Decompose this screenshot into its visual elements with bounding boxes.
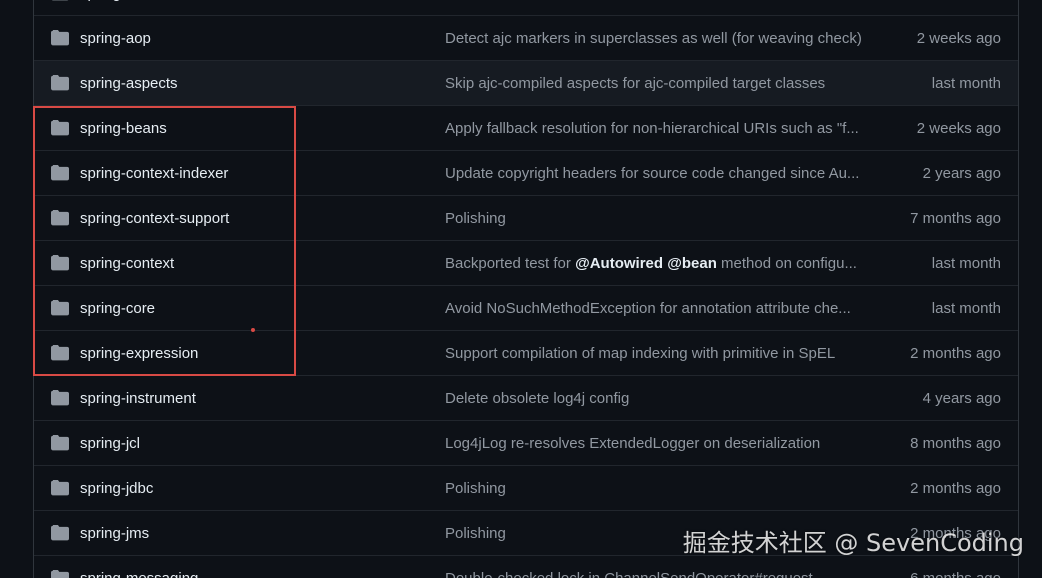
folder-icon — [51, 434, 69, 451]
table-row[interactable]: spring-aspects Skip ajc-compiled aspects … — [34, 60, 1018, 105]
commit-message-link[interactable]: Update copyright headers for source code… — [445, 165, 870, 182]
watermark: 掘金技术社区 @ SevenCoding — [682, 529, 1024, 557]
table-row[interactable]: spring-messaging Double-checked lock in C… — [34, 555, 1018, 578]
viewport: spring-...... spring-aop Detect ajc marker… — [0, 0, 1042, 578]
commit-message-link[interactable]: Support compilation of map indexing with… — [445, 345, 870, 362]
table-row[interactable]: spring-jdbc Polishing 2 months ago — [34, 465, 1018, 510]
commit-age: 6 months ago — [910, 569, 1001, 578]
folder-icon — [51, 479, 69, 496]
annotation-dot — [251, 328, 255, 332]
directory-name-link[interactable]: spring-context-support — [80, 210, 229, 227]
commit-age: 2 years ago — [922, 164, 1001, 182]
folder-icon — [51, 29, 69, 46]
folder-icon — [51, 0, 69, 1]
directory-name-link[interactable]: spring-... — [80, 0, 138, 2]
directory-name-link[interactable]: spring-context — [80, 255, 174, 272]
commit-age: 4 years ago — [922, 389, 1001, 407]
folder-icon — [51, 524, 69, 541]
commit-age: 8 months ago — [910, 434, 1001, 452]
commit-age: last month — [931, 299, 1001, 317]
folder-icon — [51, 389, 69, 406]
folder-icon — [51, 299, 69, 316]
table-row[interactable]: spring-...... — [34, 0, 1018, 15]
directory-name-link[interactable]: spring-instrument — [80, 390, 196, 407]
table-row[interactable]: spring-context-support Polishing 7 months … — [34, 195, 1018, 240]
table-row[interactable]: spring-context Backported test for @Autow… — [34, 240, 1018, 285]
folder-icon — [51, 569, 69, 578]
commit-message-link[interactable]: Polishing — [445, 480, 870, 497]
table-row[interactable]: spring-beans Apply fallback resolution fo… — [34, 105, 1018, 150]
file-table: spring-...... spring-aop Detect ajc marker… — [33, 0, 1019, 578]
commit-message-link[interactable]: Double-checked lock in ChannelSendOperat… — [445, 570, 870, 578]
folder-icon — [51, 74, 69, 91]
directory-name-link[interactable]: spring-expression — [80, 345, 198, 362]
commit-mention: @bean — [667, 254, 717, 272]
commit-age: last month — [931, 254, 1001, 272]
table-row[interactable]: spring-context-indexer Update copyright h… — [34, 150, 1018, 195]
directory-name-link[interactable]: spring-jcl — [80, 435, 140, 452]
commit-message-link[interactable]: Apply fallback resolution for non-hierar… — [445, 120, 870, 137]
table-row[interactable]: spring-aop Detect ajc markers in supercla… — [34, 15, 1018, 60]
directory-name-link[interactable]: spring-core — [80, 300, 155, 317]
table-row[interactable]: spring-core Avoid NoSuchMethodException f… — [34, 285, 1018, 330]
commit-age: ... — [988, 0, 1001, 2]
directory-name-link[interactable]: spring-jdbc — [80, 480, 153, 497]
commit-age: 2 months ago — [910, 479, 1001, 497]
directory-name-link[interactable]: spring-aop — [80, 30, 151, 47]
directory-name-link[interactable]: spring-jms — [80, 525, 149, 542]
commit-age: 2 months ago — [910, 344, 1001, 362]
commit-age: last month — [931, 74, 1001, 92]
commit-message-text: Backported test for — [445, 254, 576, 272]
commit-message-link[interactable]: Backported test for @Autowired @bean met… — [445, 255, 870, 272]
folder-icon — [51, 344, 69, 361]
directory-name-link[interactable]: spring-messaging — [80, 570, 198, 578]
commit-message-link[interactable]: Skip ajc-compiled aspects for ajc-compil… — [445, 75, 870, 92]
commit-age: 2 weeks ago — [916, 29, 1001, 47]
commit-message-link[interactable]: Delete obsolete log4j config — [445, 390, 870, 407]
table-row[interactable]: spring-instrument Delete obsolete log4j c… — [34, 375, 1018, 420]
commit-message-link[interactable]: Polishing — [445, 210, 870, 227]
folder-icon — [51, 164, 69, 181]
table-row[interactable]: spring-jcl Log4jLog re-resolves ExtendedL… — [34, 420, 1018, 465]
folder-icon — [51, 209, 69, 226]
directory-name-link[interactable]: spring-context-indexer — [80, 165, 228, 182]
commit-age: 7 months ago — [910, 209, 1001, 227]
commit-age: 2 weeks ago — [916, 119, 1001, 137]
commit-message-link[interactable]: Log4jLog re-resolves ExtendedLogger on d… — [445, 435, 870, 452]
table-row[interactable]: spring-expression Support compilation of … — [34, 330, 1018, 375]
directory-name-link[interactable]: spring-aspects — [80, 75, 178, 92]
folder-icon — [51, 119, 69, 136]
directory-name-link[interactable]: spring-beans — [80, 120, 167, 137]
commit-message-text: method on configu... — [716, 254, 857, 272]
commit-message-link[interactable]: Avoid NoSuchMethodException for annotati… — [445, 300, 870, 317]
commit-message-link[interactable]: Detect ajc markers in superclasses as we… — [445, 30, 870, 47]
folder-icon — [51, 254, 69, 271]
commit-mention: @Autowired — [575, 254, 664, 272]
